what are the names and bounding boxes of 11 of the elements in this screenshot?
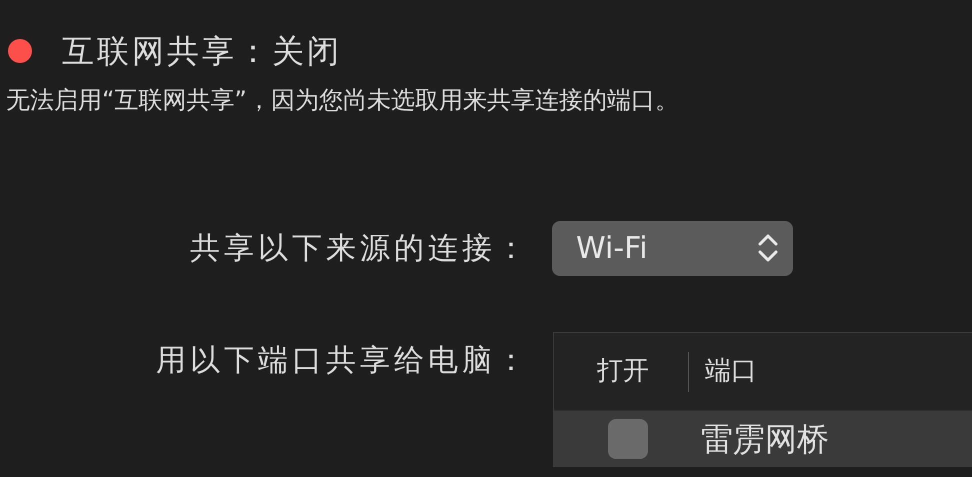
port-name: 雷雳网桥 [701, 419, 829, 460]
port-row[interactable]: 雷雳网桥 [554, 411, 972, 467]
chevron-up-down-icon [757, 232, 779, 264]
checkbox[interactable] [608, 419, 648, 459]
source-label: 共享以下来源的连接： [190, 230, 530, 268]
status-message: 无法启用“互联网共享”，因为您尚未选取用来共享连接的端口。 [5, 85, 680, 116]
source-select[interactable]: Wi-Fi [552, 220, 793, 276]
status-title: 互联网共享：关闭 [62, 31, 342, 72]
column-header[interactable]: 打开 [597, 352, 649, 391]
column-header[interactable]: 端口 [705, 352, 757, 391]
ports-label: 用以下端口共享给电脑： [156, 342, 530, 380]
